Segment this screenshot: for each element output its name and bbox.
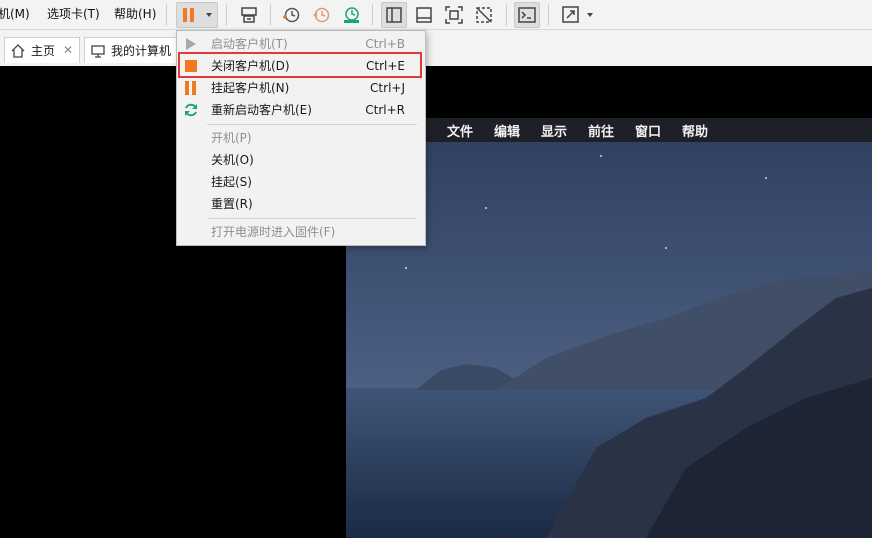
menu-item-shortcut: Ctrl+R [365,103,405,117]
pause-dropdown-button[interactable] [176,2,218,28]
guest-menu-help[interactable]: 帮助 [682,121,708,140]
menu-item-shortcut: Ctrl+J [370,81,405,95]
toolbar: 机(M) 选项卡(T) 帮助(H) [0,0,872,30]
stretch-dropdown-button[interactable] [558,2,600,28]
tab-my-computer[interactable]: 我的计算机 [84,37,184,63]
close-tab-icon[interactable]: ✕ [63,43,73,57]
snapshot-manager-icon [344,7,359,23]
send-keys-icon [241,7,257,23]
menu-item-power-on[interactable]: 开机(P) [177,127,425,149]
full-screen-button[interactable] [441,2,467,28]
send-keys-button[interactable] [236,2,262,28]
tab-home-label: 主页 [31,44,56,58]
play-icon [186,38,196,50]
menu-item-suspend-guest[interactable]: 挂起客户机(N) Ctrl+J [177,77,425,99]
snapshot-clock-icon [283,7,300,23]
tab-my-computer-label: 我的计算机 [111,44,172,58]
menu-item-label: 重置(R) [211,197,253,211]
unity-button[interactable] [471,2,497,28]
guest-menu-go[interactable]: 前往 [588,121,614,140]
menu-item-label: 关机(O) [211,153,254,167]
stretch-icon [562,6,593,23]
menu-item-label: 挂起客户机(N) [211,81,290,95]
menu-item-power-on-to-firmware[interactable]: 打开电源时进入固件(F) [177,221,425,243]
highlight-box [178,52,422,78]
toolbar-separator [506,4,507,26]
menu-vm[interactable]: 机(M) [0,5,30,23]
toolbar-separator [548,4,549,26]
guest-menu-window[interactable]: 窗口 [635,121,661,140]
thumbnail-bar-button[interactable] [411,2,437,28]
guest-menu-edit[interactable]: 编辑 [494,121,520,140]
menu-separator [207,218,417,219]
restart-icon [185,103,197,117]
guest-menu-file[interactable]: 文件 [447,121,473,140]
menu-item-power-off[interactable]: 关机(O) [177,149,425,171]
snapshot-manager-button[interactable] [338,2,364,28]
full-screen-icon [445,6,463,24]
show-library-button[interactable] [381,2,407,28]
menu-item-reset[interactable]: 重置(R) [177,193,425,215]
revert-snapshot-button[interactable] [308,2,334,28]
menu-item-label: 重新启动客户机(E) [211,103,312,117]
menu-separator [207,124,417,125]
menu-item-label: 开机(P) [211,131,252,145]
menu-help[interactable]: 帮助(H) [114,5,156,23]
revert-clock-icon [313,7,330,23]
snapshot-button[interactable] [278,2,304,28]
library-panel-icon [386,7,402,23]
menu-tabs[interactable]: 选项卡(T) [47,5,100,23]
pause-icon [185,81,196,95]
computer-icon [91,44,105,58]
toolbar-separator [226,4,227,26]
thumbnail-bar-icon [416,7,432,23]
toolbar-separator [166,4,167,26]
pause-icon [183,8,212,22]
tab-bar: 主页 ✕ 我的计算机 [0,30,872,66]
terminal-icon [518,7,536,23]
toolbar-separator [372,4,373,26]
guest-menu-view[interactable]: 显示 [541,121,567,140]
tab-home[interactable]: 主页 ✕ [4,37,80,63]
menu-item-restart-guest[interactable]: 重新启动客户机(E) Ctrl+R [177,99,425,121]
console-view-button[interactable] [514,2,540,28]
menu-item-suspend[interactable]: 挂起(S) [177,171,425,193]
unity-icon [476,7,492,23]
menu-item-label: 挂起(S) [211,175,252,189]
home-icon [11,43,25,58]
menu-item-label: 打开电源时进入固件(F) [211,225,336,239]
toolbar-separator [270,4,271,26]
vm-display[interactable]: 文件 编辑 显示 前往 窗口 帮助 [0,66,872,538]
